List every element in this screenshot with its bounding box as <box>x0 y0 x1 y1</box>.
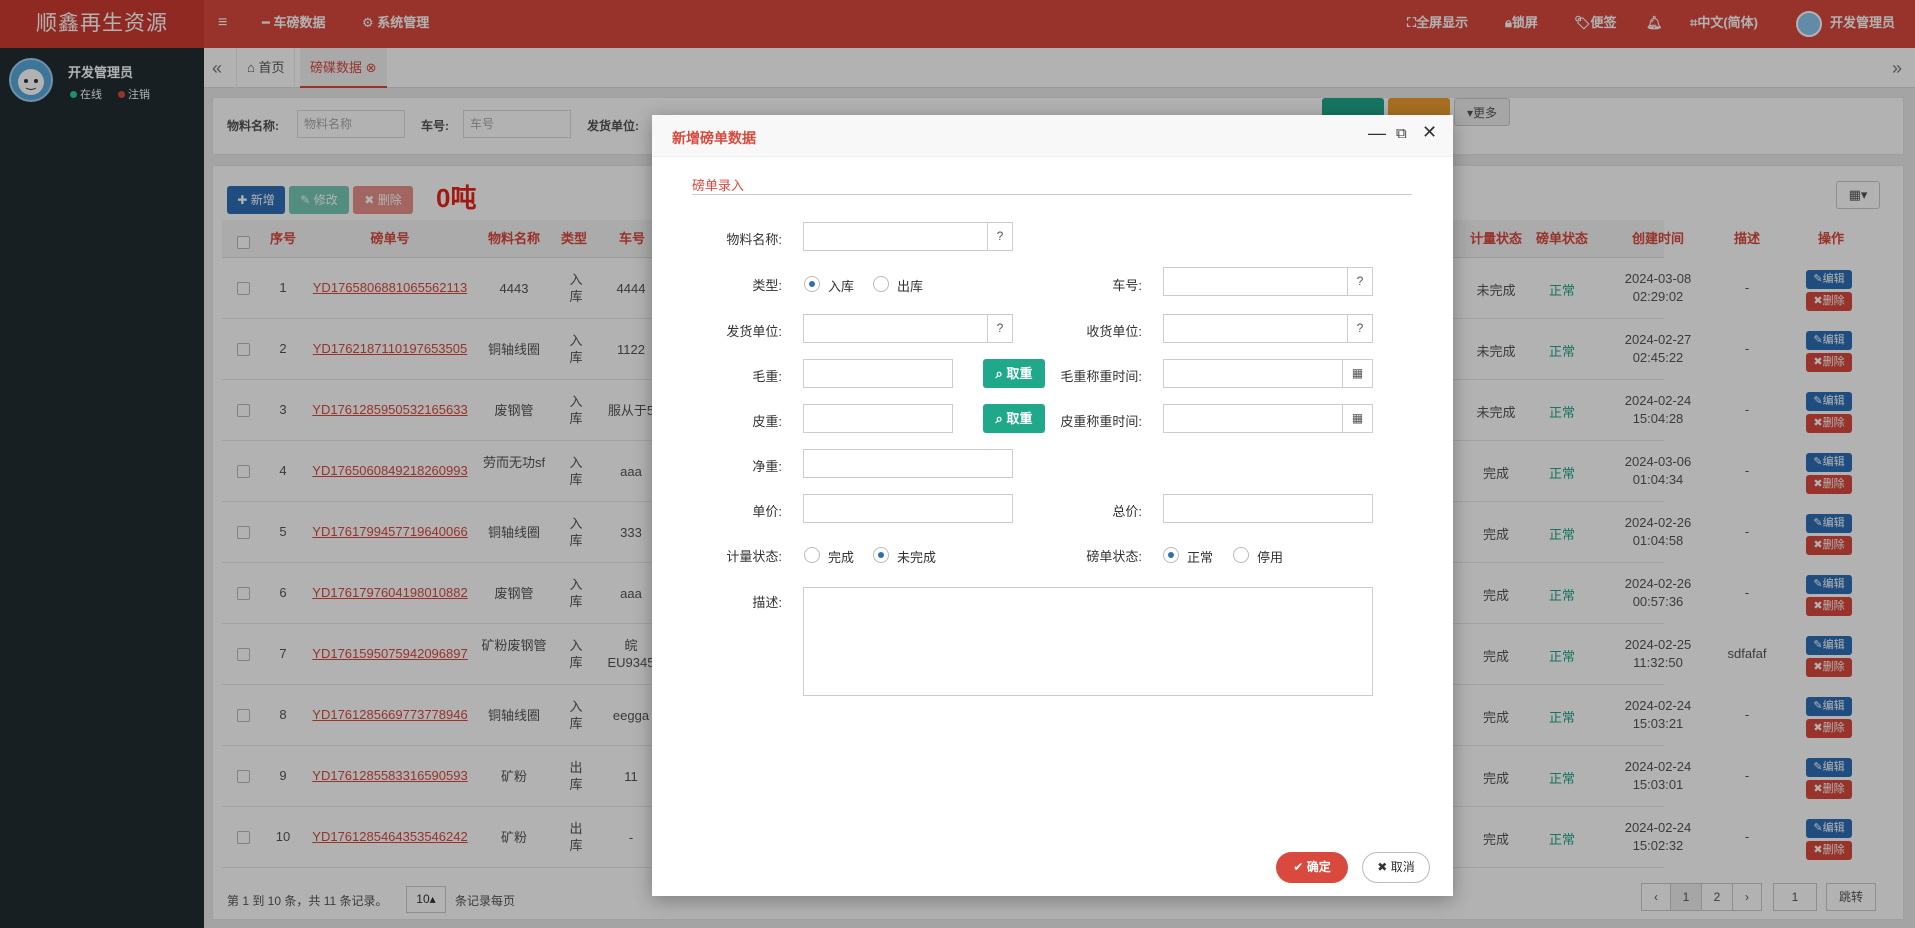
bill-status-label: 磅单状态: <box>1086 549 1142 564</box>
maximize-icon[interactable]: ⧉ <box>1396 125 1407 142</box>
close-icon[interactable]: ✕ <box>1422 122 1437 143</box>
measure-incomplete-radio[interactable] <box>873 547 889 563</box>
measure-status-label: 计量状态: <box>726 549 782 564</box>
confirm-button[interactable]: ✔ 确定 <box>1276 852 1348 883</box>
gross-time-input[interactable] <box>1163 359 1343 388</box>
tare-time-label: 皮重称重时间: <box>1060 414 1142 429</box>
search-icon: ⌕ <box>995 366 1007 381</box>
plate-label: 车号: <box>1112 278 1142 293</box>
net-input[interactable] <box>803 449 1013 478</box>
unit-price-input[interactable] <box>803 494 1013 523</box>
measure-incomplete-label: 未完成 <box>897 550 937 565</box>
help-icon[interactable]: ? <box>1348 267 1373 296</box>
tare-time-input[interactable] <box>1163 404 1343 433</box>
fetch-gross-button[interactable]: ⌕ 取重 <box>983 359 1045 388</box>
check-icon: ✔ <box>1293 860 1307 874</box>
gross-label: 毛重: <box>752 369 782 384</box>
search-icon: ⌕ <box>995 411 1007 426</box>
section-header: 磅单录入 <box>692 175 1412 195</box>
fetch-label: 取重 <box>1006 366 1033 381</box>
desc-label: 描述: <box>752 595 782 610</box>
fetch-tare-button[interactable]: ⌕ 取重 <box>983 404 1045 433</box>
bill-disabled-radio[interactable] <box>1233 547 1249 563</box>
fetch-label: 取重 <box>1006 411 1033 426</box>
gross-time-label: 毛重称重时间: <box>1060 369 1142 384</box>
gross-input[interactable] <box>803 359 953 388</box>
confirm-label: 确定 <box>1306 860 1331 874</box>
material-label: 物料名称: <box>726 232 782 247</box>
type-in-label: 入库 <box>828 279 855 294</box>
net-label: 净重: <box>752 459 782 474</box>
help-icon[interactable]: ? <box>988 314 1013 343</box>
type-out-radio[interactable] <box>873 276 889 292</box>
help-icon[interactable]: ? <box>1348 314 1373 343</box>
cancel-button[interactable]: ✖ 取消 <box>1362 852 1430 883</box>
cancel-label: 取消 <box>1390 860 1415 874</box>
tare-input[interactable] <box>803 404 953 433</box>
measure-complete-radio[interactable] <box>804 547 820 563</box>
tare-label: 皮重: <box>752 414 782 429</box>
help-icon[interactable]: ? <box>988 222 1013 251</box>
unit-price-label: 单价: <box>752 504 782 519</box>
add-weigh-bill-dialog: 新增磅单数据 — ⧉ ✕ 磅单录入 物料名称: ? 类型: 入库 出库 车号: … <box>652 115 1453 896</box>
type-in-radio[interactable] <box>804 276 820 292</box>
sender-label: 发货单位: <box>726 324 782 339</box>
receiver-input[interactable] <box>1163 314 1348 343</box>
desc-textarea[interactable] <box>803 587 1373 696</box>
measure-complete-label: 完成 <box>828 550 855 565</box>
dialog-title: 新增磅单数据 <box>672 130 756 146</box>
sender-input[interactable] <box>803 314 988 343</box>
bill-normal-radio[interactable] <box>1163 547 1179 563</box>
material-input[interactable] <box>803 222 988 251</box>
section-title: 磅单录入 <box>692 178 745 193</box>
calendar-icon[interactable]: ▦ <box>1343 359 1373 388</box>
calendar-icon[interactable]: ▦ <box>1343 404 1373 433</box>
total-price-label: 总价: <box>1112 504 1142 519</box>
close-icon: ✖ <box>1377 860 1391 874</box>
dialog-header: 新增磅单数据 — ⧉ ✕ <box>652 115 1453 157</box>
receiver-label: 收货单位: <box>1086 324 1142 339</box>
type-out-label: 出库 <box>897 279 924 294</box>
plate-input[interactable] <box>1163 267 1348 296</box>
bill-disabled-label: 停用 <box>1257 550 1284 565</box>
bill-normal-label: 正常 <box>1187 550 1214 565</box>
minimize-icon[interactable]: — <box>1368 123 1386 144</box>
type-label: 类型: <box>752 278 782 293</box>
total-price-input[interactable] <box>1163 494 1373 523</box>
